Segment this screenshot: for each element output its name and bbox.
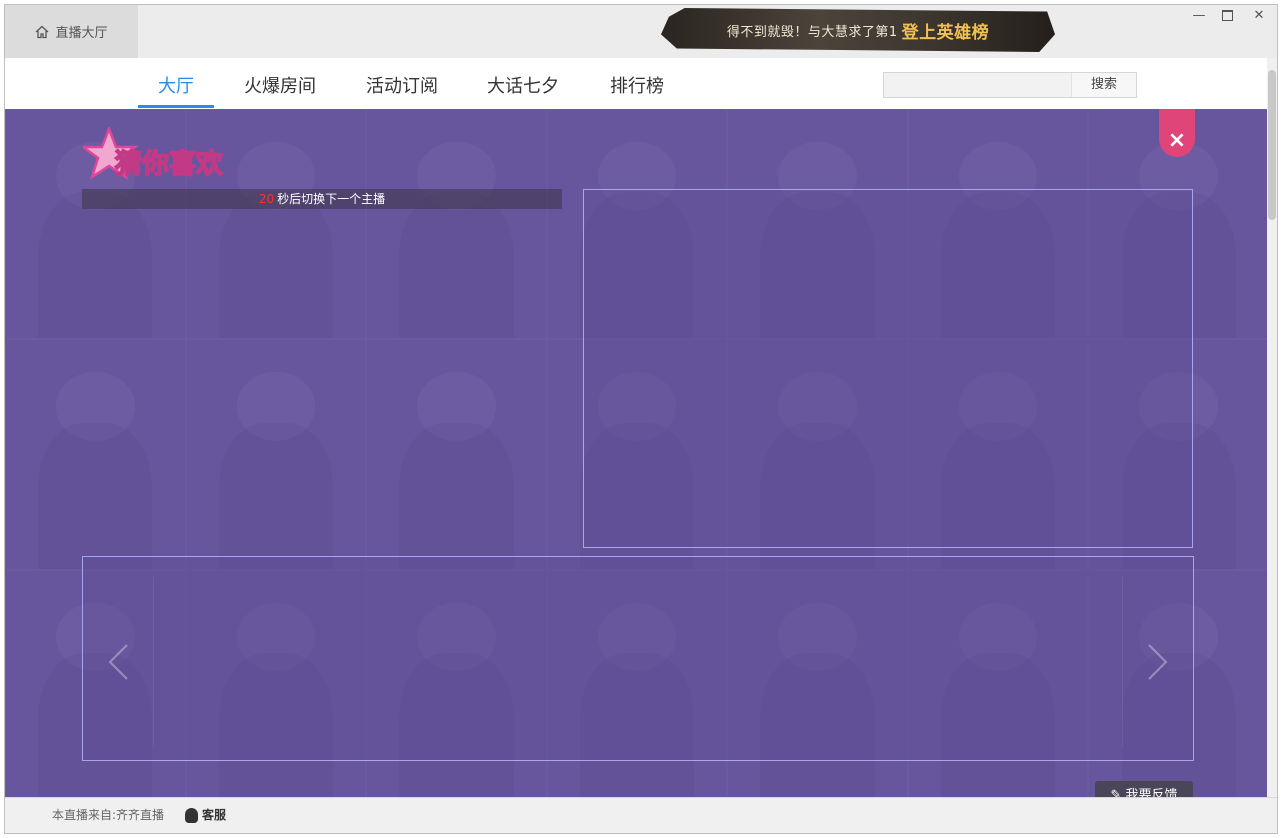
home-tab-label: 直播大厅 <box>55 26 108 41</box>
customer-service-link[interactable]: 客服 <box>185 798 226 832</box>
recommend-panel: 猜你喜欢 20 秒后切换下一个主播 × ✎ 我要反馈 <box>5 109 1269 800</box>
service-label: 客服 <box>202 808 227 822</box>
maximize-icon <box>1221 9 1233 21</box>
countdown-number: 20 <box>258 192 275 206</box>
live-video-player[interactable] <box>583 189 1193 548</box>
anchor-carousel <box>82 556 1194 761</box>
countdown-text: 秒后切换下一个主播 <box>277 192 386 206</box>
tab-hot-rooms[interactable]: 火爆房间 <box>235 58 325 108</box>
tab-event-subscribe[interactable]: 活动订阅 <box>357 58 447 108</box>
close-icon: ✕ <box>1253 7 1265 23</box>
search-input[interactable] <box>884 73 1072 97</box>
recommend-close-button[interactable]: × <box>1159 109 1195 157</box>
home-tab[interactable]: 直播大厅 <box>5 5 138 58</box>
search-button[interactable]: 搜索 <box>1071 73 1136 97</box>
chevron-right-icon <box>1148 644 1168 680</box>
minimize-button[interactable]: — <box>1186 5 1212 25</box>
vertical-scrollbar[interactable] <box>1267 58 1277 800</box>
carousel-next-button[interactable] <box>1122 577 1193 747</box>
source-text: 本直播来自:齐齐直播 <box>52 808 165 822</box>
maximize-button[interactable] <box>1214 5 1240 25</box>
app-window: 直播大厅 得不到就毁！与大慧求了第1 登上英雄榜 — ✕ 大厅 火爆房间 活动订… <box>4 4 1278 834</box>
ad-banner[interactable]: 得不到就毁！与大慧求了第1 登上英雄榜 <box>661 8 1055 52</box>
scrollbar-thumb[interactable] <box>1268 70 1276 220</box>
qq-penguin-icon <box>185 807 198 823</box>
main-nav: 大厅 火爆房间 活动订阅 大话七夕 排行榜 搜索 <box>5 58 1277 110</box>
carousel-prev-button[interactable] <box>83 577 154 747</box>
chevron-left-icon <box>108 644 128 680</box>
tab-lobby[interactable]: 大厅 <box>138 58 214 108</box>
logo-text: 猜你喜欢 <box>114 149 224 180</box>
tab-ranking[interactable]: 排行榜 <box>601 58 673 108</box>
titlebar: 直播大厅 得不到就毁！与大慧求了第1 登上英雄榜 — ✕ <box>5 5 1277 58</box>
search-box: 搜索 <box>883 72 1137 98</box>
minimize-icon: — <box>1192 7 1206 23</box>
window-close-button[interactable]: ✕ <box>1246 5 1272 25</box>
status-bar: 本直播来自:齐齐直播 客服 <box>5 797 1277 833</box>
banner-text: 得不到就毁！与大慧求了第1 <box>726 24 898 40</box>
tab-qixi[interactable]: 大话七夕 <box>478 58 568 108</box>
guess-you-like-logo: 猜你喜欢 <box>83 127 225 181</box>
banner-highlight: 登上英雄榜 <box>901 22 990 43</box>
countdown-bar: 20 秒后切换下一个主播 <box>82 189 562 209</box>
home-icon <box>36 25 49 38</box>
